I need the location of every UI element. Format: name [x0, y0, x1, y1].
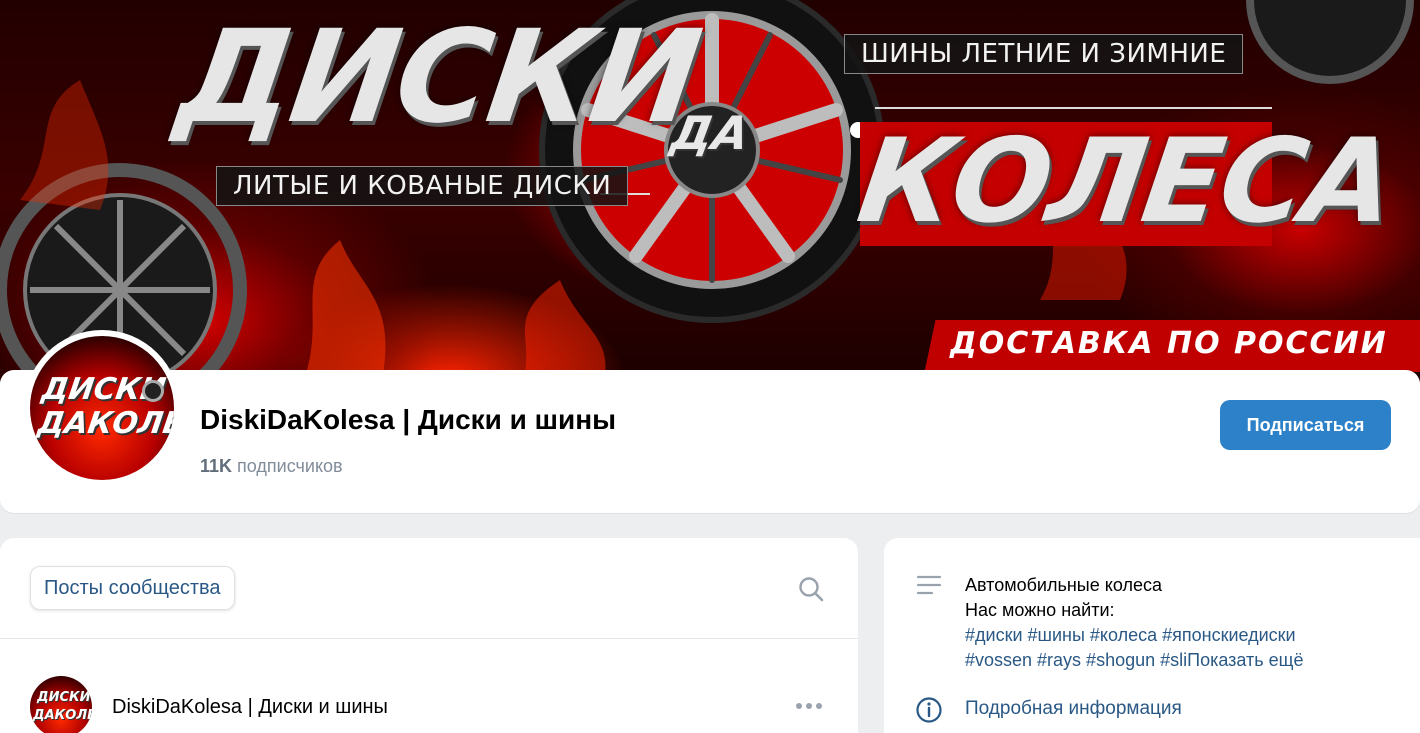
avatar-text-line2: ДАКОЛЕСА	[35, 406, 174, 441]
post-author-name[interactable]: DiskiDaKolesa | Диски и шины	[112, 696, 388, 719]
cover-headline-right: КОЛЕСА	[850, 114, 1402, 249]
search-icon[interactable]	[798, 576, 824, 602]
community-avatar-image: ДИСКИ ДАКОЛЕСА	[30, 336, 174, 480]
tab-community-posts[interactable]: Посты сообщества	[30, 566, 235, 610]
post-author-avatar[interactable]: ДИСКИ ДАКОЛЕСА	[30, 676, 92, 733]
wheel-icon	[142, 380, 164, 402]
description-tags-line1[interactable]: #диски #шины #колеса #японскиедиски	[965, 623, 1304, 648]
description-line1: Автомобильные колеса	[965, 575, 1162, 595]
post-avatar-line1: ДИСКИ	[37, 690, 91, 705]
community-title: DiskiDaKolesa | Диски и шины	[200, 404, 617, 435]
description-tags-line2[interactable]: #vossen #rays #shogun #sli	[965, 650, 1187, 670]
community-description: Автомобильные колеса Нас можно найти: #д…	[965, 573, 1304, 673]
detailed-info-link[interactable]: Подробная информация	[965, 698, 1182, 720]
post-avatar-line2: ДАКОЛЕСА	[33, 708, 92, 723]
description-icon	[916, 575, 942, 595]
info-icon	[916, 697, 942, 723]
cover-pill-rims: ЛИТЫЕ И КОВАНЫЕ ДИСКИ	[216, 166, 629, 206]
cover-wheel-badge: ДА	[667, 106, 754, 160]
subscribers-count[interactable]: 11K подписчиков	[200, 456, 343, 477]
subscribers-label: подписчиков	[237, 456, 343, 476]
posts-divider	[0, 638, 858, 639]
cover-pill-tires: ШИНЫ ЛЕТНИЕ И ЗИМНИЕ	[844, 34, 1244, 74]
community-header-card	[0, 370, 1420, 513]
show-more-link[interactable]: Показать ещё	[1187, 650, 1303, 670]
community-avatar[interactable]: ДИСКИ ДАКОЛЕСА	[24, 330, 180, 486]
subscribe-button[interactable]: Подписаться	[1220, 400, 1391, 450]
subscribers-number: 11K	[200, 456, 233, 476]
cover-headline-left: ДИСКИ	[169, 3, 708, 152]
description-line2: Нас можно найти:	[965, 600, 1115, 620]
cover-image: ДИСКИ КОЛЕСА ДА ШИНЫ ЛЕТНИЕ И ЗИМНИЕ ЛИТ…	[0, 0, 1420, 390]
more-options-icon[interactable]	[794, 696, 824, 716]
cover-delivery-text: ДОСТАВКА ПО РОССИИ	[950, 326, 1388, 361]
